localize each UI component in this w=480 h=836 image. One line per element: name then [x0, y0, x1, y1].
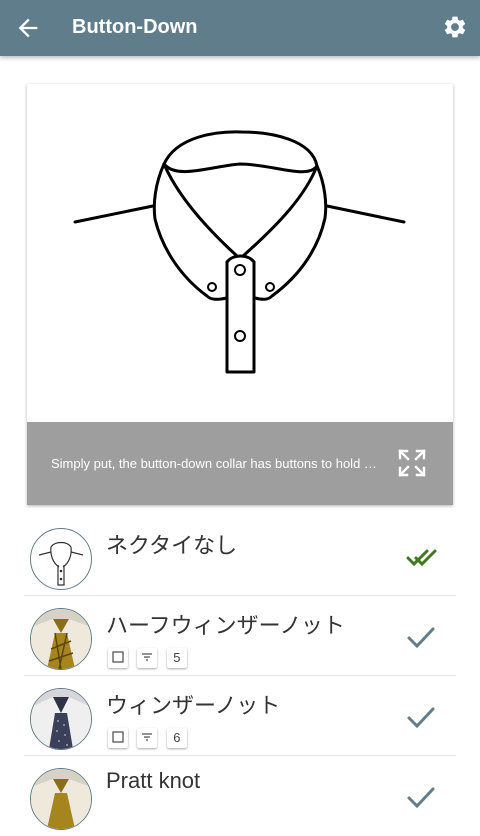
- collar-card[interactable]: Simply put, the button-down collar has b…: [27, 84, 453, 505]
- list-item[interactable]: ネクタイなし: [24, 518, 456, 596]
- fullscreen-expand-icon[interactable]: [397, 448, 427, 478]
- list-item[interactable]: Pratt knot: [24, 758, 456, 836]
- avatar: [30, 688, 92, 750]
- avatar: [30, 608, 92, 670]
- collar-description: Simply put, the button-down collar has b…: [51, 456, 381, 471]
- button-down-collar-icon: [73, 130, 406, 374]
- app-bar: Button-Down: [0, 0, 480, 56]
- tag-row: 5: [108, 648, 192, 668]
- windsor-tie-icon: [31, 689, 91, 749]
- page-title: Button-Down: [72, 16, 198, 38]
- knot-name: ウィンザーノット: [106, 693, 281, 718]
- list-item[interactable]: ウィンザーノット 6: [24, 678, 456, 756]
- shirt-collar-icon: [38, 541, 84, 586]
- double-check-icon[interactable]: [404, 546, 440, 570]
- knot-name: ネクタイなし: [106, 533, 238, 558]
- check-icon[interactable]: [406, 786, 436, 810]
- caption-bar: Simply put, the button-down collar has b…: [27, 422, 453, 505]
- divider: [24, 675, 456, 676]
- arrow-back-icon[interactable]: [14, 14, 42, 42]
- filter-icon: [137, 728, 158, 748]
- filter-icon: [137, 648, 158, 668]
- divider: [24, 755, 456, 756]
- checkbox-icon: [108, 648, 128, 668]
- list-item[interactable]: ハーフウィンザーノット 5: [24, 598, 456, 676]
- check-icon[interactable]: [406, 706, 436, 730]
- half-windsor-tie-icon: [31, 609, 91, 669]
- tag-row: 6: [108, 728, 192, 748]
- check-icon[interactable]: [406, 626, 436, 650]
- checkbox-icon: [108, 728, 128, 748]
- pratt-knot-tie-icon: [31, 769, 91, 829]
- avatar: [30, 528, 92, 590]
- gear-icon[interactable]: [442, 14, 468, 40]
- difficulty-count: 5: [166, 648, 187, 668]
- difficulty-count: 6: [166, 728, 187, 748]
- knot-name: Pratt knot: [106, 768, 201, 793]
- divider: [24, 595, 456, 596]
- knot-name: ハーフウィンザーノット: [106, 613, 345, 638]
- avatar: [30, 768, 92, 830]
